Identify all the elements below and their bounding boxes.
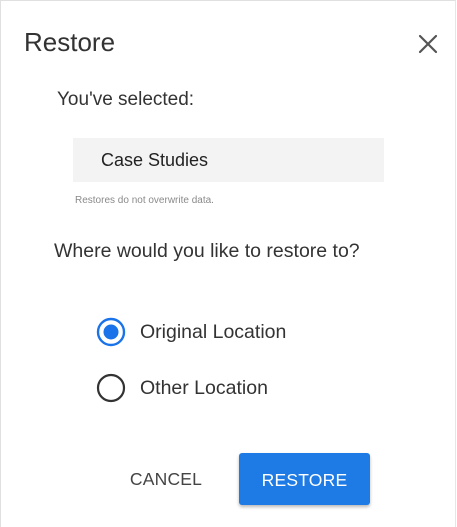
radio-label-other-location: Other Location xyxy=(140,377,268,399)
selected-label: You've selected: xyxy=(57,89,195,110)
radio-option-original-location[interactable]: Original Location xyxy=(96,317,286,347)
radio-option-other-location[interactable]: Other Location xyxy=(96,373,268,403)
selected-item-name: Case Studies xyxy=(101,150,209,170)
dialog-title: Restore xyxy=(24,27,116,57)
radio-label-original-location: Original Location xyxy=(140,321,287,343)
restore-button[interactable]: RESTORE xyxy=(239,453,370,505)
restore-location-question: Where would you like to restore to? xyxy=(54,240,360,262)
close-icon[interactable] xyxy=(417,33,439,55)
radio-checked-icon[interactable] xyxy=(96,317,126,347)
radio-unchecked-icon[interactable] xyxy=(96,373,126,403)
selected-item-box: Case Studies xyxy=(73,138,384,182)
restore-dialog: Restore You've selected: Case Studies Re… xyxy=(0,0,456,527)
restore-note: Restores do not overwrite data. xyxy=(75,195,214,206)
cancel-button[interactable]: CANCEL xyxy=(111,454,221,502)
